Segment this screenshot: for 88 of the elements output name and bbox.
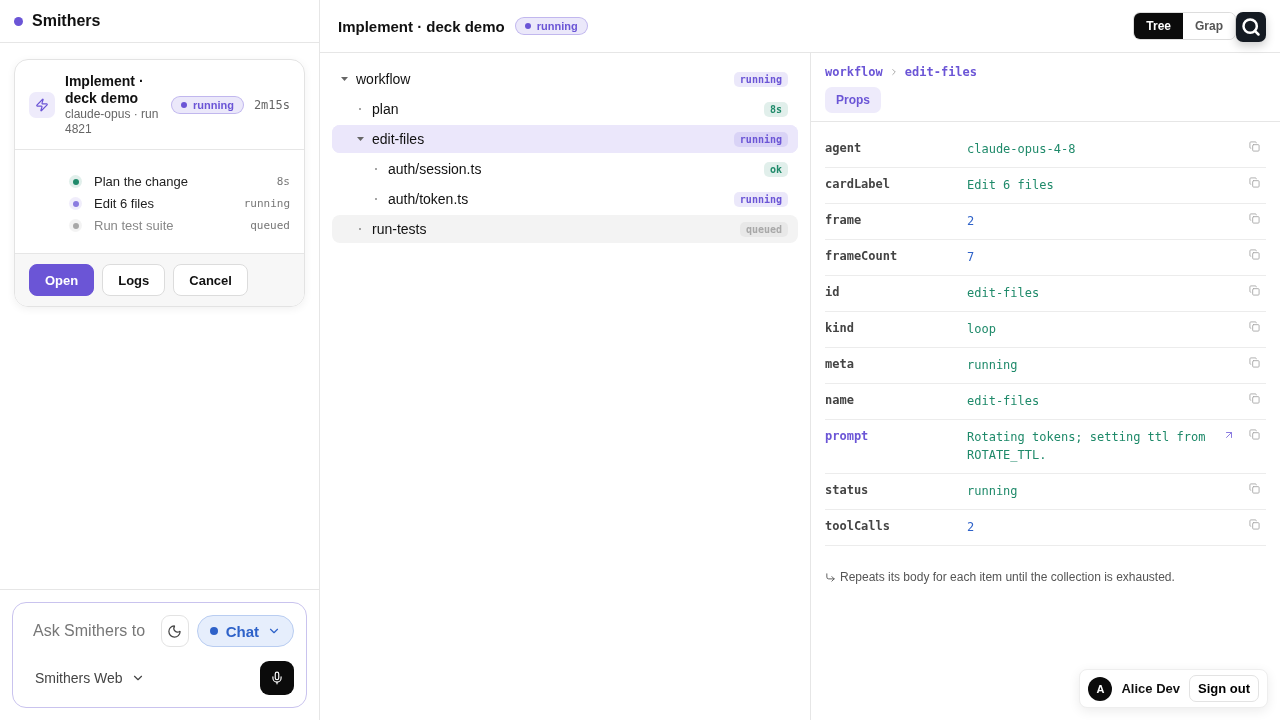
copy-icon[interactable] [1249, 249, 1260, 260]
prop-key: frame [825, 213, 967, 227]
prop-key: kind [825, 321, 967, 335]
copy-icon[interactable] [1249, 213, 1260, 224]
copy-icon[interactable] [1249, 483, 1260, 494]
prop-key: frameCount [825, 249, 967, 263]
copy-icon[interactable] [1249, 393, 1260, 404]
tree-item[interactable]: edit-files running [332, 125, 798, 153]
return-arrow-icon [825, 571, 836, 583]
elapsed-time: 2m15s [253, 98, 290, 112]
open-link-icon[interactable] [1223, 429, 1235, 441]
prop-value: edit-files [967, 285, 1041, 302]
prop-value: loop [967, 321, 997, 338]
copy-icon[interactable] [1249, 357, 1260, 368]
tree-item-label: auth/token.ts [388, 191, 469, 207]
user-name: Alice Dev [1121, 681, 1180, 696]
copy-icon[interactable] [1249, 285, 1260, 296]
lightning-icon [29, 92, 55, 118]
search-icon [1241, 17, 1261, 37]
sign-out-button[interactable]: Sign out [1189, 675, 1259, 702]
tree-item[interactable]: plan 8s [332, 95, 798, 123]
status-badge: running [733, 191, 788, 207]
action-button[interactable]: Cancel [173, 264, 248, 296]
tree-item[interactable]: run-tests queued [332, 215, 798, 243]
prop-value: claude-opus-4-8 [967, 141, 1077, 158]
tree-item[interactable]: workflow running [332, 65, 798, 93]
run-title: Implement · deck demo [65, 73, 145, 107]
copy-icon[interactable] [1249, 519, 1260, 530]
prop-key: cardLabel [825, 177, 967, 191]
prop-key: status [825, 483, 967, 497]
copy-icon[interactable] [1249, 141, 1260, 152]
prop-value: Rotating tokens; setting ttl from ROTATE_TTL. [967, 429, 1207, 464]
step-label: Plan the change [94, 174, 188, 189]
moon-icon[interactable] [161, 615, 189, 647]
status-badge: running [733, 131, 788, 147]
status-badge: 8s [763, 101, 788, 117]
prop-value: 7 [967, 249, 976, 266]
page-title: Implement · deck demo [338, 17, 505, 35]
mode-dropdown[interactable]: Chat [196, 615, 294, 647]
avatar: A [1088, 676, 1113, 701]
view-tab[interactable]: Tree [1134, 13, 1183, 39]
prop-value: edit-files [967, 393, 1041, 410]
description-text: Repeats its body for each item until the collection is exhausted. [840, 570, 1175, 584]
prop-value: Edit 6 files [967, 177, 1055, 194]
step-meta: queued [250, 219, 290, 232]
prop-value: running [967, 357, 1019, 374]
caret-icon[interactable] [356, 136, 364, 142]
step-label: Run test suite [94, 218, 174, 233]
run-subtitle: claude-opus · run 4821 [65, 107, 160, 137]
status-badge: running [733, 71, 788, 87]
breadcrumb-link[interactable]: workflow [825, 65, 883, 79]
tree-item-label: auth/session.ts [388, 161, 482, 177]
action-button[interactable]: Logs [102, 264, 166, 296]
copy-icon[interactable] [1249, 429, 1260, 440]
copy-icon[interactable] [1249, 177, 1260, 188]
status-dot [209, 627, 218, 635]
tree-item[interactable]: auth/token.ts running [332, 185, 798, 213]
prop-key: prompt [825, 429, 967, 443]
prop-key: meta [825, 357, 967, 371]
prop-value: 2 [967, 519, 976, 536]
search-button[interactable] [1236, 12, 1266, 42]
status-pill: running [514, 17, 588, 35]
prop-value: running [967, 483, 1019, 500]
status-pill: running [170, 96, 244, 114]
inspector-tab[interactable]: Props [825, 87, 881, 113]
tree-item-label: edit-files [372, 131, 425, 147]
tree-item[interactable]: auth/session.ts ok [332, 155, 798, 183]
brand-name: Smithers [32, 12, 101, 30]
microphone-icon[interactable] [260, 661, 294, 695]
caret-icon[interactable] [340, 76, 348, 82]
status-badge: queued [739, 221, 788, 237]
breadcrumb-link[interactable]: edit-files [904, 65, 978, 79]
copy-icon[interactable] [1249, 321, 1260, 332]
step-label: Edit 6 files [94, 196, 154, 211]
step-meta: running [243, 197, 290, 210]
action-button[interactable]: Open [29, 264, 95, 296]
prop-key: name [825, 393, 967, 407]
prop-key: toolCalls [825, 519, 967, 533]
tree-item-label: plan [372, 101, 399, 117]
prop-key: id [825, 285, 967, 299]
prop-key: agent [825, 141, 967, 155]
tree-item-label: run-tests [372, 221, 427, 237]
project-dropdown[interactable]: Smithers Web [31, 670, 145, 686]
brand-dot-icon [14, 16, 23, 26]
prop-value: 2 [967, 213, 976, 230]
status-badge: ok [763, 161, 788, 177]
tree-item-label: workflow [356, 71, 411, 87]
step-meta: 8s [276, 175, 290, 188]
